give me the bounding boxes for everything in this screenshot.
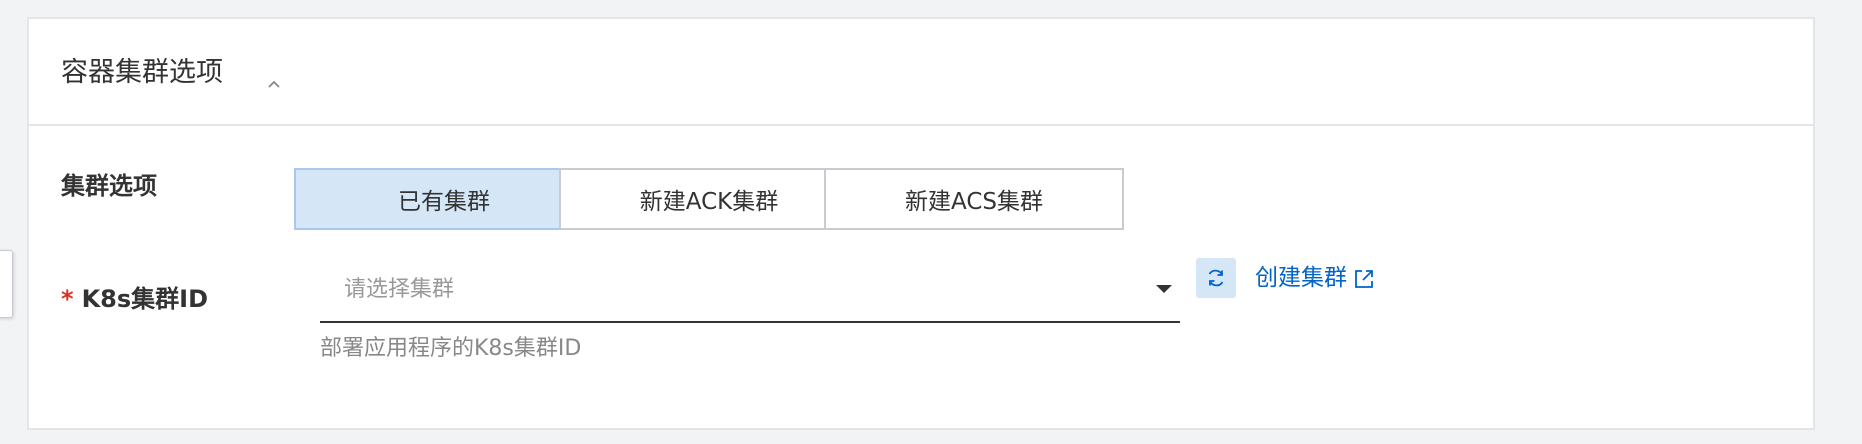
option-existing-cluster[interactable]: 已有集群 [294,168,594,230]
external-link-icon [1355,269,1373,288]
option-new-ack-cluster-label: 新建ACK集群 [639,189,779,215]
cluster-select[interactable]: 请选择集群 [320,263,1180,323]
cluster-select-placeholder: 请选择集群 [344,277,455,302]
container-cluster-section: 容器集群选项 集群选项 已有集群 新建ACK集群 新建ACS集群 * K8s集群I… [27,17,1815,430]
cluster-option-label: 集群选项 [61,172,157,200]
k8s-cluster-id-label-text: K8s集群ID [81,285,208,313]
cluster-id-help-text: 部署应用程序的K8s集群ID [320,336,582,361]
option-new-ack-cluster[interactable]: 新建ACK集群 [559,168,859,230]
caret-down-icon [1156,285,1172,293]
k8s-cluster-id-label: * K8s集群ID [61,287,208,311]
refresh-icon [1208,269,1224,287]
required-mark: * [61,285,74,313]
section-title: 容器集群选项 [61,57,223,88]
option-existing-cluster-label: 已有集群 [398,189,490,215]
create-cluster-link[interactable]: 创建集群 [1255,267,1375,290]
refresh-button[interactable] [1196,258,1236,298]
section-header: 容器集群选项 [29,19,1813,126]
side-panel-tab[interactable] [0,250,13,318]
option-new-acs-cluster-label: 新建ACS集群 [905,189,1043,215]
option-new-acs-cluster[interactable]: 新建ACS集群 [824,168,1124,230]
create-cluster-link-text: 创建集群 [1255,265,1347,291]
chevron-up-icon[interactable] [265,79,283,91]
